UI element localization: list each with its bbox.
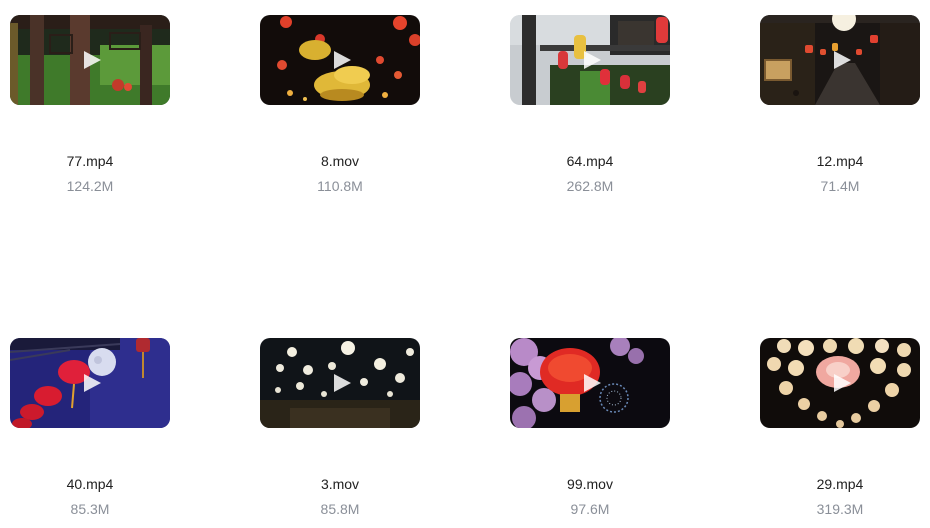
video-tile[interactable]: 64.mp4 262.8M — [510, 15, 670, 195]
video-filesize: 85.8M — [320, 501, 360, 517]
video-tile[interactable]: 3.mov 85.8M — [260, 338, 420, 518]
video-thumbnail[interactable] — [760, 338, 920, 428]
video-thumbnail[interactable] — [510, 338, 670, 428]
video-filename: 12.mp4 — [816, 153, 864, 169]
video-filesize: 319.3M — [816, 501, 864, 517]
video-tile[interactable]: 8.mov 110.8M — [260, 15, 420, 195]
video-filesize: 110.8M — [317, 178, 363, 194]
play-icon — [584, 374, 601, 392]
play-icon — [84, 374, 101, 392]
video-filename: 99.mov — [567, 476, 613, 492]
play-icon — [834, 374, 851, 392]
play-icon — [334, 51, 351, 69]
play-icon — [334, 374, 351, 392]
play-icon — [84, 51, 101, 69]
video-filename: 29.mp4 — [816, 476, 864, 492]
video-thumbnail[interactable] — [260, 15, 420, 105]
video-filesize: 97.6M — [570, 501, 610, 517]
video-grid: 77.mp4 124.2M 8.mov 110.8M 64.mp4 262.8M… — [0, 0, 930, 528]
video-tile[interactable]: 40.mp4 85.3M — [10, 338, 170, 518]
video-tile[interactable]: 12.mp4 71.4M — [760, 15, 920, 195]
video-thumbnail[interactable] — [510, 15, 670, 105]
video-filename: 40.mp4 — [66, 476, 114, 492]
play-icon — [584, 51, 601, 69]
video-filename: 8.mov — [320, 153, 360, 169]
video-thumbnail[interactable] — [760, 15, 920, 105]
video-tile[interactable]: 99.mov 97.6M — [510, 338, 670, 518]
video-filesize: 262.8M — [566, 178, 614, 194]
video-filesize: 71.4M — [820, 178, 860, 194]
play-icon — [834, 51, 851, 69]
video-tile[interactable]: 29.mp4 319.3M — [760, 338, 920, 518]
video-thumbnail[interactable] — [10, 338, 170, 428]
video-filesize: 124.2M — [66, 178, 114, 194]
video-filename: 77.mp4 — [66, 153, 114, 169]
video-tile[interactable]: 77.mp4 124.2M — [10, 15, 170, 195]
video-filename: 64.mp4 — [566, 153, 614, 169]
video-thumbnail[interactable] — [10, 15, 170, 105]
video-thumbnail[interactable] — [260, 338, 420, 428]
video-filesize: 85.3M — [70, 501, 110, 517]
video-filename: 3.mov — [320, 476, 360, 492]
